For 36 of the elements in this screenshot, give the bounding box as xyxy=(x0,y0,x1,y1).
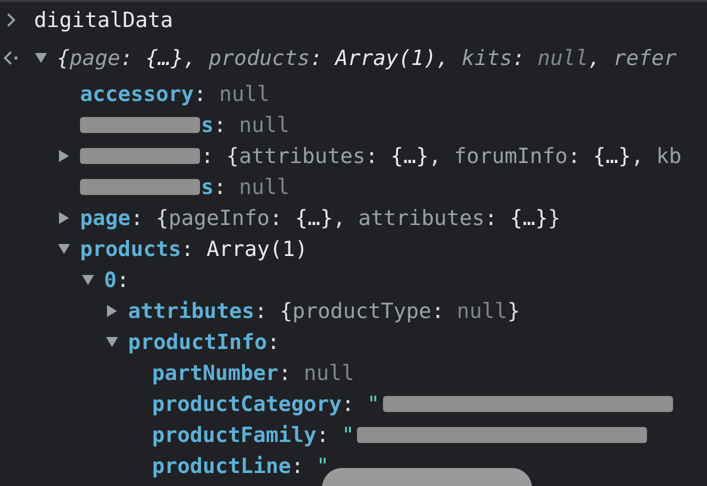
command-text: digitalData xyxy=(34,8,174,32)
collapse-triangle-icon[interactable] xyxy=(81,274,95,286)
expand-triangle-icon[interactable] xyxy=(57,212,71,224)
property-key: productCategory xyxy=(152,392,342,416)
property-key[interactable]: products xyxy=(80,236,182,260)
result-arrow-icon xyxy=(3,51,19,65)
property-value: : " xyxy=(291,454,330,478)
property-key[interactable]: productInfo xyxy=(128,330,268,354)
property-value: : null xyxy=(278,360,354,384)
prompt-chevron-icon xyxy=(6,13,16,27)
property-key: partNumber xyxy=(152,360,278,384)
property-value: : {pageInfo: {…}, attributes: {…}} xyxy=(130,206,561,230)
property-value: : xyxy=(267,330,280,354)
property-key: s xyxy=(201,174,214,198)
expand-triangle-icon[interactable] xyxy=(105,304,119,316)
property-key[interactable]: attributes xyxy=(128,298,254,322)
collapse-triangle-icon[interactable] xyxy=(34,52,48,64)
collapse-triangle-icon[interactable] xyxy=(105,336,119,348)
collapse-triangle-icon[interactable] xyxy=(57,242,71,254)
property-value: : {productType: null} xyxy=(254,298,520,322)
property-value: : " xyxy=(316,422,354,446)
property-value: : " xyxy=(342,392,380,416)
property-key: productFamily xyxy=(152,422,316,446)
property-value: : {attributes: {…}, forumInfo: {…}, kb xyxy=(201,144,682,168)
property-key: s xyxy=(201,112,214,136)
property-key: productLine xyxy=(152,454,292,478)
object-preview[interactable]: {page: {…}, products: Array(1), kits: null, refer xyxy=(57,46,677,70)
property-key[interactable]: page xyxy=(80,206,131,230)
property-key: accessory xyxy=(80,82,194,106)
property-value: : null xyxy=(214,174,290,198)
property-value: : null xyxy=(194,82,270,106)
property-value: : xyxy=(116,268,130,292)
property-value: : Array(1) xyxy=(181,236,308,260)
property-key[interactable]: 0 xyxy=(104,268,117,292)
expand-triangle-icon[interactable] xyxy=(57,150,71,162)
property-value: : null xyxy=(214,112,290,136)
